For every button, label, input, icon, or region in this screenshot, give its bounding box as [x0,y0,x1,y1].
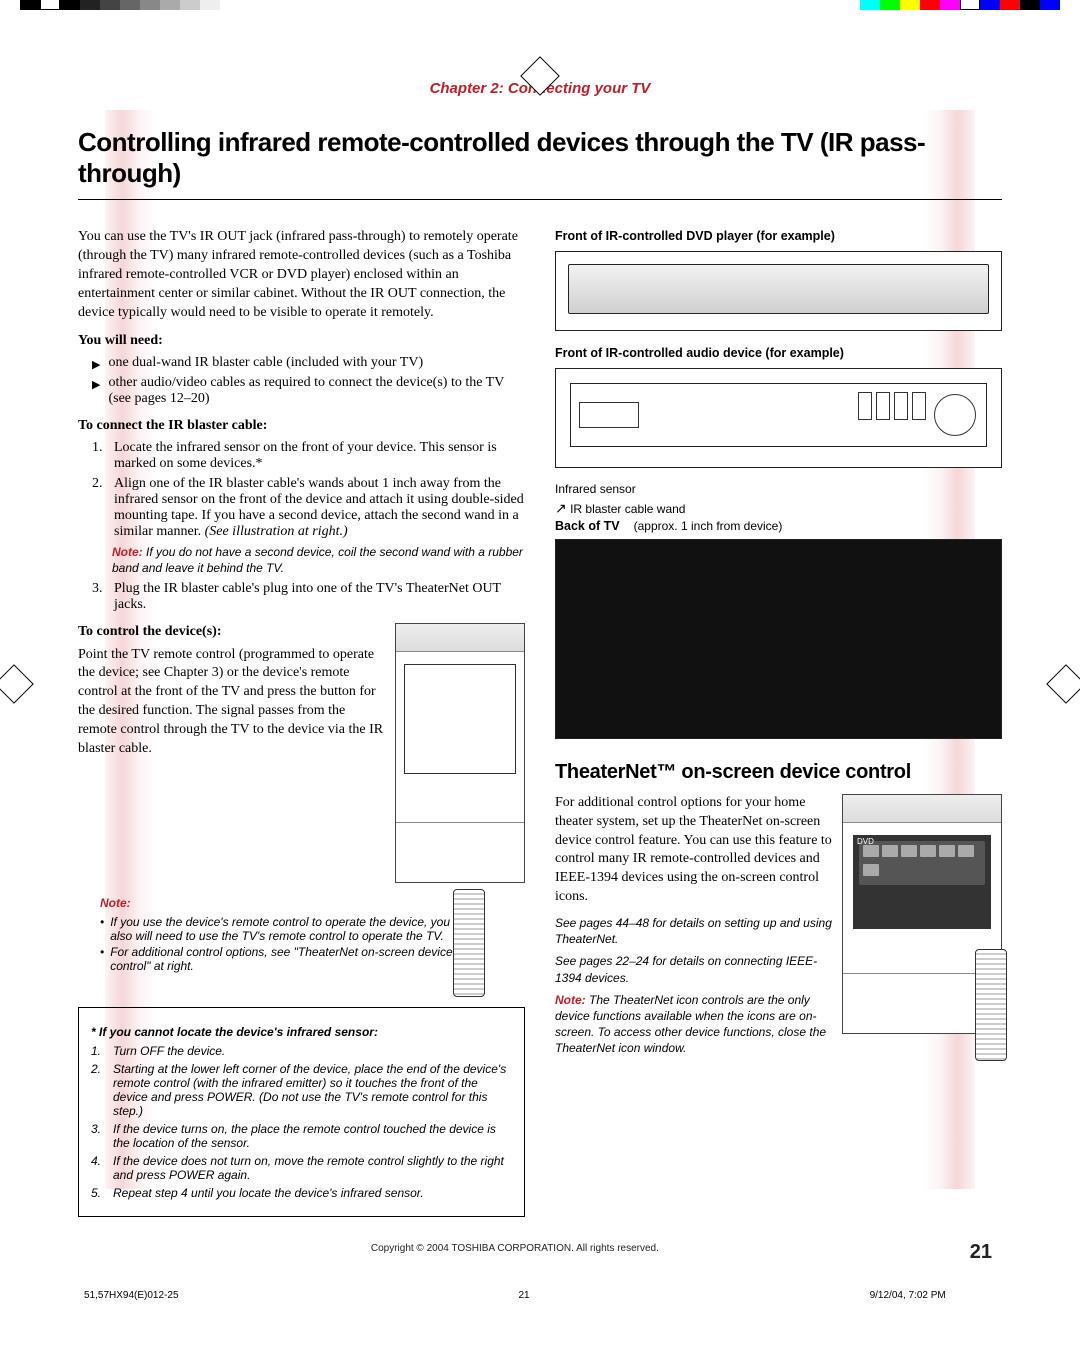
step: 3.Plug the IR blaster cable's plug into … [92,581,525,613]
need-text: one dual-wand IR blaster cable (included… [108,355,423,371]
footer-page: 21 [518,1290,529,1301]
step-text: Plug the IR blaster cable's plug into on… [114,581,525,613]
audio-label: Front of IR-controlled audio device (for… [555,345,1002,362]
remote-icon [453,889,485,997]
dvd-osd-label: DVD [857,837,874,846]
intro-text: You can use the TV's IR OUT jack (infrar… [78,228,525,322]
arrow-icon: ▶ [92,378,100,407]
sensor-box: * If you cannot locate the device's infr… [78,1007,525,1217]
remote-icon [975,949,1007,1061]
back-of-tv-diagram [555,539,1002,739]
connect-head: To connect the IR blaster cable: [78,417,525,436]
copyright: Copyright © 2004 TOSHIBA CORPORATION. Al… [371,1243,659,1254]
right-column: Front of IR-controlled DVD player (for e… [555,224,1002,1217]
audio-front-diagram [555,368,1002,468]
note: Note: If you do not have a second device… [112,544,525,576]
dvd-front-diagram [555,251,1002,331]
step: 1.Locate the infrared sensor on the fron… [92,440,525,472]
footer-bar: 51,57HX94(E)012-25 21 9/12/04, 7:02 PM [60,1254,970,1309]
tv-diagram [395,623,525,883]
arrow-icon: ▶ [92,358,100,371]
note-bullet: •If you use the device's remote control … [100,915,453,943]
step: 2. Align one of the IR blaster cable's w… [92,476,525,540]
need-item: ▶ one dual-wand IR blaster cable (includ… [92,355,525,371]
page-title: Controlling infrared remote-controlled d… [78,127,1002,200]
footer-timestamp: 9/12/04, 7:02 PM [870,1290,946,1301]
left-column: You can use the TV's IR OUT jack (infrar… [78,224,525,1217]
back-of-tv-label: Back of TV [555,519,620,533]
theaternet-head: TheaterNet™ on-screen device control [555,761,1002,784]
you-will-need-head: You will need: [78,332,525,351]
dvd-label: Front of IR-controlled DVD player (for e… [555,228,1002,245]
need-text: other audio/video cables as required to … [108,375,525,407]
note-bullet: •For additional control options, see "Th… [100,945,453,973]
infrared-label: Infrared sensor [555,482,685,496]
approx-label: (approx. 1 inch from device) [634,519,783,533]
footer-file: 51,57HX94(E)012-25 [84,1290,179,1301]
theaternet-tv-diagram: DVD [842,794,1002,1034]
page-number: 21 [970,1241,992,1264]
sensor-head: * If you cannot locate the device's infr… [91,1024,512,1040]
step-text: Locate the infrared sensor on the front … [114,440,525,472]
need-item: ▶ other audio/video cables as required t… [92,375,525,407]
wand-label: ↗ IR blaster cable wand [555,500,685,517]
step-text: Align one of the IR blaster cable's wand… [114,476,525,540]
